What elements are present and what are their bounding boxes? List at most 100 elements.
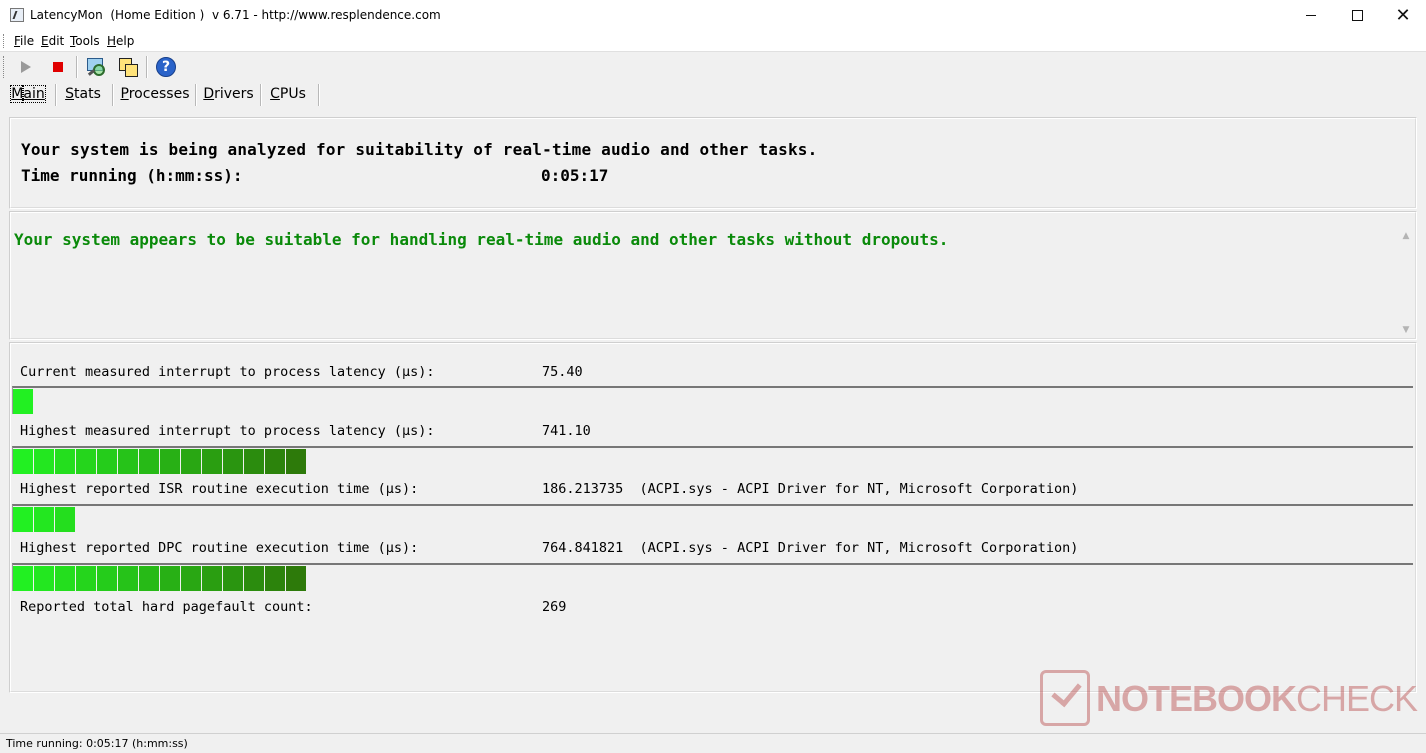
menu-tools[interactable]: Tools — [70, 34, 100, 48]
tab-processes-rest: rocesses — [128, 86, 190, 102]
play-icon — [21, 61, 31, 73]
toolbar-grip[interactable] — [3, 56, 6, 78]
start-button[interactable] — [14, 55, 38, 79]
tab-drivers-accel: D — [203, 86, 215, 102]
metric-value: 764.841821 (ACPI.sys - ACPI Driver for N… — [542, 540, 1079, 556]
metric-label: Current measured interrupt to process la… — [20, 364, 435, 380]
meter-segment — [55, 449, 75, 474]
meter-segment — [55, 566, 75, 591]
meter-segment — [76, 566, 96, 591]
tab-stats[interactable]: Stats — [58, 82, 108, 106]
latency-meter — [12, 446, 1413, 474]
metric-value: 75.40 — [542, 364, 583, 380]
analysis-status-text: Your system is being analyzed for suitab… — [21, 140, 818, 159]
verdict-text: Your system appears to be suitable for h… — [14, 230, 949, 249]
latency-meter — [12, 504, 1413, 532]
metric-label: Highest reported ISR routine execution t… — [20, 481, 419, 497]
latencymon-app-icon[interactable] — [10, 8, 24, 22]
tab-processes-accel: P — [120, 86, 129, 102]
meter-segment — [265, 449, 285, 474]
stop-button[interactable] — [46, 55, 70, 79]
meter-segment — [34, 566, 54, 591]
menu-grip[interactable] — [3, 34, 6, 48]
meter-segment — [286, 566, 306, 591]
scroll-up-icon[interactable]: ▲ — [1400, 230, 1412, 242]
metric-label: Reported total hard pagefault count: — [20, 599, 313, 615]
meter-segment — [97, 449, 117, 474]
meter-segment — [286, 449, 306, 474]
meter-segment — [223, 566, 243, 591]
tab-separator — [260, 84, 262, 106]
minimize-button[interactable] — [1288, 0, 1334, 31]
meter-segment — [202, 449, 222, 474]
meter-segment — [223, 449, 243, 474]
tab-separator — [318, 84, 320, 106]
metric-value: 269 — [542, 599, 567, 615]
toolbar-separator — [146, 56, 148, 78]
latency-meter — [12, 563, 1413, 591]
maximize-button[interactable] — [1334, 0, 1380, 31]
windows-button[interactable] — [116, 55, 140, 79]
status-bar: Time running: 0:05:17 (h:mm:ss) — [0, 733, 1426, 753]
help-button[interactable]: ? — [154, 55, 178, 79]
meter-segment — [139, 566, 159, 591]
meter-segment — [34, 449, 54, 474]
meter-segment — [34, 507, 54, 532]
tab-stats-accel: S — [65, 86, 75, 102]
tab-main-accel: M — [10, 85, 25, 103]
windows-icon — [118, 57, 138, 77]
time-running-value: 0:05:17 — [541, 166, 609, 185]
menu-file-rest: ile — [20, 34, 35, 48]
meter-segment — [265, 566, 285, 591]
stop-icon — [53, 62, 63, 72]
analyze-button[interactable] — [83, 55, 107, 79]
meter-segment — [181, 449, 201, 474]
meter-segment — [139, 449, 159, 474]
metric-label: Highest measured interrupt to process la… — [20, 423, 435, 439]
notebookcheck-watermark: NOTEBOOKCHECK — [1040, 670, 1418, 730]
meter-segment — [118, 566, 138, 591]
menu-help-rest: elp — [116, 34, 135, 48]
menu-file[interactable]: File — [14, 34, 34, 48]
menu-edit-rest: dit — [48, 34, 65, 48]
tab-drivers[interactable]: Drivers — [200, 82, 257, 106]
meter-segment — [13, 389, 33, 414]
status-panel — [9, 117, 1417, 209]
meter-segment — [97, 566, 117, 591]
toolbar-separator — [76, 56, 78, 78]
tab-drivers-rest: rivers — [214, 86, 254, 102]
meter-segment — [244, 449, 264, 474]
menu-help[interactable]: Help — [107, 34, 134, 48]
tab-bar: Main Stats Processes Drivers CPUs — [0, 82, 1426, 106]
meter-segment — [13, 507, 33, 532]
analyze-icon — [85, 57, 105, 77]
menu-bar: File Edit Tools Help — [0, 31, 1426, 52]
meter-segment — [160, 566, 180, 591]
tab-separator — [195, 84, 197, 106]
verdict-scrollbar[interactable]: ▲ ▼ — [1399, 230, 1413, 336]
meter-segment — [181, 566, 201, 591]
close-icon: ✕ — [1395, 4, 1411, 26]
close-button[interactable]: ✕ — [1380, 0, 1426, 31]
menu-help-accel: H — [107, 34, 117, 48]
tab-separator — [112, 84, 114, 106]
meter-segment — [76, 449, 96, 474]
title-bar: LatencyMon (Home Edition ) v 6.71 - http… — [0, 0, 1426, 31]
scroll-down-icon[interactable]: ▼ — [1400, 324, 1412, 336]
menu-edit[interactable]: Edit — [41, 34, 64, 48]
maximize-icon — [1351, 10, 1363, 21]
tab-main[interactable]: Main — [4, 82, 52, 106]
tab-separator — [55, 84, 57, 106]
tab-cpus[interactable]: CPUs — [264, 82, 312, 106]
tab-main-rest: ain — [22, 85, 46, 103]
toolbar: ? — [0, 52, 1426, 82]
tab-stats-rest: tats — [74, 86, 101, 102]
metric-value: 741.10 — [542, 423, 591, 439]
help-icon: ? — [156, 57, 176, 77]
window-title: LatencyMon (Home Edition ) v 6.71 - http… — [30, 8, 441, 22]
minimize-icon — [1306, 15, 1316, 16]
meter-segment — [13, 449, 33, 474]
menu-edit-accel: E — [41, 34, 49, 48]
meter-segment — [244, 566, 264, 591]
tab-processes[interactable]: Processes — [118, 82, 192, 106]
